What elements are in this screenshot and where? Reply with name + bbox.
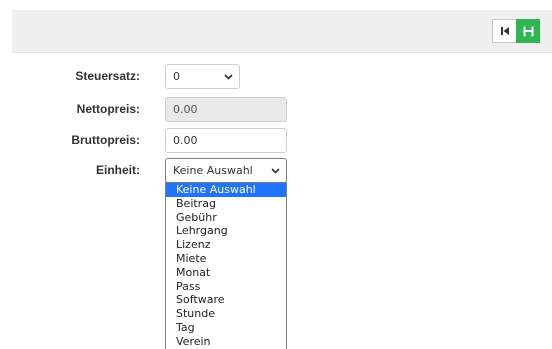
gross-price-label: Bruttopreis: [71,133,140,147]
chevron-down-icon [271,167,280,174]
gross-price-field[interactable]: 0.00 [165,128,287,153]
unit-option[interactable]: Lehrgang [166,224,286,238]
floppy-save-icon [523,26,533,36]
unit-option[interactable]: Keine Auswahl [166,183,286,197]
unit-option[interactable]: Pass [166,280,286,294]
unit-option[interactable]: Beitrag [166,197,286,211]
tax-rate-value: 0 [173,70,180,83]
first-record-button[interactable] [492,19,516,43]
skip-to-first-icon [500,27,509,35]
unit-option[interactable]: Software [166,293,286,307]
unit-option[interactable]: Stunde [166,307,286,321]
save-button[interactable] [516,19,540,43]
unit-option[interactable]: Tag [166,321,286,335]
chevron-down-icon [224,73,233,80]
tax-rate-select[interactable]: 0 [165,64,240,89]
unit-select[interactable]: Keine Auswahl [165,158,287,183]
toolbar [12,10,552,53]
unit-option[interactable]: Gebühr [166,211,286,225]
tax-rate-label: Steuersatz: [75,69,140,83]
unit-value: Keine Auswahl [173,164,253,177]
unit-option[interactable]: Monat [166,266,286,280]
net-price-label: Nettopreis: [76,102,140,116]
unit-label: Einheit: [96,163,140,177]
unit-dropdown-list[interactable]: Keine Auswahl Beitrag Gebühr Lehrgang Li… [165,182,287,349]
unit-option[interactable]: Miete [166,252,286,266]
net-price-field: 0.00 [165,97,287,122]
unit-option[interactable]: Lizenz [166,238,286,252]
unit-option[interactable]: Verein [166,335,286,349]
